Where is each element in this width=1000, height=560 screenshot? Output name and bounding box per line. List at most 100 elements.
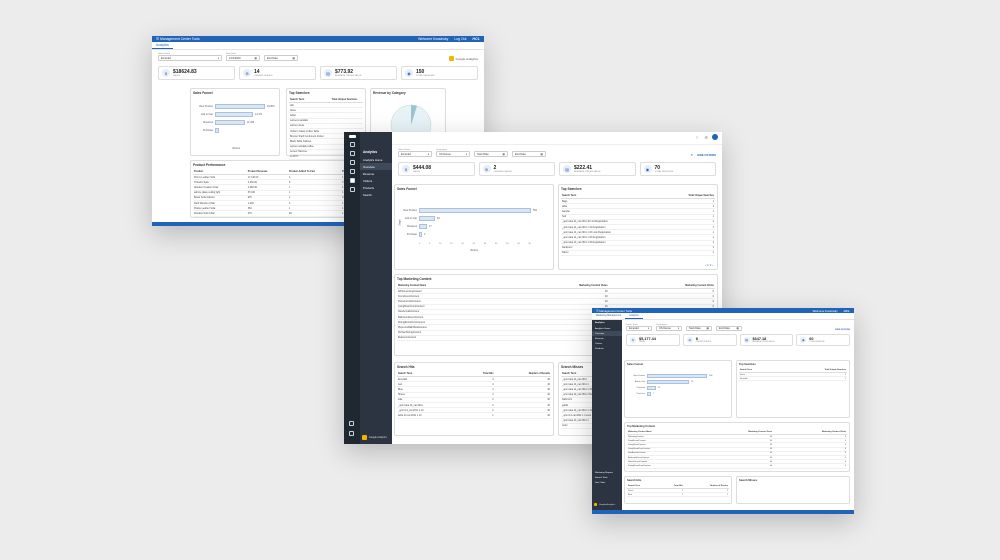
refresh-icon[interactable]: ↻ xyxy=(691,153,694,157)
front-tab-analytics[interactable]: Analytics xyxy=(625,313,643,319)
nav-item-search[interactable]: Search xyxy=(360,191,392,198)
main-filter-start[interactable]: Start Date ▦ xyxy=(474,151,508,157)
front-tabs: Marketing Management Analytics xyxy=(592,313,854,320)
funnel-label: Purchase xyxy=(406,233,417,236)
back-sales-funnel: Sales Funnel View Product 19,800 Add to … xyxy=(190,88,280,156)
filter-select[interactable]: Emerald ▾ xyxy=(398,151,432,157)
nav-item-analytics-home[interactable]: Analytics Home xyxy=(360,156,392,163)
filter-date[interactable]: Start Date ▦ xyxy=(686,326,712,331)
funnel-bar xyxy=(215,112,253,117)
filter-select[interactable]: Emerald ▾ xyxy=(158,55,222,61)
filter-value: Emerald xyxy=(629,327,639,330)
main-kpi-cards: $ $444.08 Sales ⊕ 2 Orders Placed ▤ $222.41 Av… xyxy=(392,160,722,178)
front-filter-campaign[interactable]: Campaigns US Dense ▾ xyxy=(656,324,682,331)
marketing-icon[interactable] xyxy=(349,169,355,174)
back-filter-store[interactable]: Select Store Emerald ▾ xyxy=(158,53,222,61)
funnel-value: 7 xyxy=(653,393,655,395)
filter-date[interactable]: End Date ▦ xyxy=(264,55,298,61)
nav-item-revenue[interactable]: Revenue xyxy=(360,170,392,177)
back-account[interactable]: Welcome Kossinsky xyxy=(418,37,448,41)
nav-item-products[interactable]: Products xyxy=(360,184,392,191)
help-circle-icon[interactable]: ? xyxy=(696,135,698,140)
back-logout-link[interactable]: Log Out xyxy=(454,37,466,41)
front-account[interactable]: Welcome Kossinsky xyxy=(813,309,838,313)
funnel-bar xyxy=(647,374,707,378)
avatar[interactable] xyxy=(712,134,718,140)
filter-value: Start Date xyxy=(689,327,701,330)
main-filter-store[interactable]: Select Store Emerald ▾ xyxy=(398,149,432,157)
panel-title: Top Searches xyxy=(289,91,310,95)
funnel-bar xyxy=(419,216,435,221)
funnel-x-ticks: 0 5 10 15 20 25 30 35 40 45 50 xyxy=(419,243,531,245)
chevron-right-icon[interactable]: › xyxy=(712,264,713,267)
main-filter-end[interactable]: End Date ▦ xyxy=(512,151,546,157)
front-tab-marketing[interactable]: Marketing Management xyxy=(592,313,625,319)
nav-item-products[interactable]: Products xyxy=(592,346,622,351)
google-analytics-icon xyxy=(362,435,367,440)
catalog-icon[interactable] xyxy=(349,160,355,165)
filter-date[interactable]: End Date ▦ xyxy=(716,326,742,331)
panel-title: Search Hits xyxy=(627,479,642,482)
receipt-icon: ▤ xyxy=(563,165,571,173)
front-filter-end[interactable]: End Date ▦ xyxy=(716,326,742,331)
front-filter-start[interactable]: Start Date ▦ xyxy=(686,326,712,331)
user-icon[interactable] xyxy=(349,431,354,436)
kpi-label: Sales xyxy=(173,75,181,77)
tick-label: 5 xyxy=(428,243,431,245)
back-filter-start[interactable]: Start Date 12/1/2020 ▦ xyxy=(226,53,260,61)
tick-label: 25 xyxy=(472,243,475,245)
panel-title: Top Marketing Content xyxy=(397,277,432,281)
funnel-bar xyxy=(215,120,245,125)
pager-label: 1 / 2 xyxy=(706,264,712,267)
panel-title: Sales Funnel xyxy=(397,187,417,191)
back-filter-end[interactable]: End Date ▦ xyxy=(264,55,298,61)
analytics-icon[interactable] xyxy=(349,178,355,183)
settings-icon[interactable] xyxy=(349,187,355,192)
dollar-icon: $ xyxy=(630,337,636,343)
filter-value: Start Date xyxy=(477,152,489,156)
main-filter-campaign[interactable]: Campaigns US Dense ▾ xyxy=(436,149,470,157)
filter-date[interactable]: Start Date ▦ xyxy=(474,151,508,157)
nav-item-overview[interactable]: Overview xyxy=(360,163,392,170)
receipt-icon: ▤ xyxy=(324,69,332,77)
front-sales-funnel: Sales Funnel View Product 108 Add to Car… xyxy=(624,360,732,418)
chevron-down-icon: ▾ xyxy=(427,152,429,156)
search-icon[interactable] xyxy=(349,142,355,147)
funnel-bar xyxy=(647,386,656,390)
menu-icon[interactable]: ☰ xyxy=(596,309,599,313)
pager[interactable]: ‹ 1 / 2 › xyxy=(705,264,713,267)
nav-item-sort-order[interactable]: Sort Order xyxy=(592,480,622,485)
tick-label: 0 xyxy=(419,243,421,245)
front-screenshot: ☰ Management Center Tools Welcome Kossin… xyxy=(592,308,854,514)
grid-icon[interactable] xyxy=(349,151,355,156)
menu-icon[interactable]: ☰ xyxy=(156,37,159,41)
kpi-label: Total Sessions xyxy=(416,75,435,77)
front-filter-store[interactable]: Select Store Emerald ▾ xyxy=(626,324,652,331)
hide-filters-button[interactable]: HIDE FILTERS xyxy=(835,329,850,331)
filter-value: US Dense xyxy=(659,327,671,330)
funnel-label: View Product xyxy=(402,209,417,212)
filter-select[interactable]: Emerald ▾ xyxy=(626,326,652,331)
nav-item-visitors[interactable]: Visitors xyxy=(360,177,392,184)
filter-value: 12/1/2020 xyxy=(229,56,241,60)
filter-date[interactable]: 12/1/2020 ▦ xyxy=(226,55,260,61)
back-tab-analytics[interactable]: Analytics xyxy=(152,42,173,49)
table-row: Blue 1 1 xyxy=(627,492,729,498)
help-icon[interactable] xyxy=(349,421,354,426)
tick-label: 15 xyxy=(450,243,453,245)
cart-icon: ⊕ xyxy=(482,165,491,173)
main-sales-funnel: Sales Funnel Steps View Product 564 Add … xyxy=(394,184,554,270)
filter-select[interactable]: US Dense ▾ xyxy=(436,151,470,157)
filter-date[interactable]: End Date ▦ xyxy=(512,151,546,157)
filter-select[interactable]: US Dense ▾ xyxy=(656,326,682,331)
kpi-label: Average Order Value xyxy=(574,171,601,173)
settings-gear-icon[interactable]: ⚙ xyxy=(704,135,708,140)
table-row: blazer 1 xyxy=(561,250,715,257)
front-top-marketing: Top Marketing Content Marketing Content … xyxy=(624,422,850,472)
cell: 1 xyxy=(683,492,729,498)
tick-label: 30 xyxy=(483,243,487,245)
hide-filters-button[interactable]: HIDE FILTERS xyxy=(697,153,716,157)
front-brand-logo: HCL xyxy=(843,308,850,313)
receipt-icon: ▤ xyxy=(743,337,750,343)
chevron-down-icon: ▾ xyxy=(465,152,467,156)
